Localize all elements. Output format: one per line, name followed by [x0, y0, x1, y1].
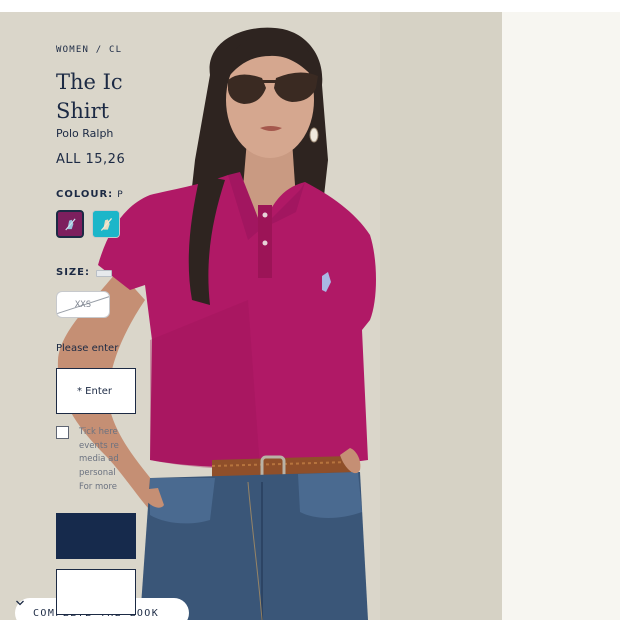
- consent-text: Tick here events re media ad personal Fo…: [79, 426, 119, 495]
- colour-label-text: COLOUR:: [56, 189, 114, 200]
- product-title-line-2: Shirt: [56, 99, 110, 123]
- consent-line: media ad: [79, 454, 119, 465]
- product-title: The Ic Shirt: [56, 68, 123, 126]
- size-label: SIZE:: [56, 267, 91, 278]
- email-field[interactable]: [56, 368, 136, 414]
- chevron-down-icon: [16, 600, 24, 606]
- colour-label: COLOUR: P: [56, 189, 124, 200]
- consent-checkbox[interactable]: [56, 426, 69, 439]
- consent-line: events re: [79, 440, 119, 451]
- email-prompt: Please enter: [56, 343, 119, 354]
- secondary-button[interactable]: [56, 569, 136, 615]
- product-page: COMPLETE THE LOOK WOMEN / CL The Ic Shir…: [0, 0, 620, 620]
- size-option-xxs[interactable]: XXS: [56, 291, 110, 318]
- product-info-panel: [503, 12, 620, 620]
- pony-logo-icon: [58, 212, 82, 236]
- consent-line: personal: [79, 468, 116, 479]
- top-strip: [0, 0, 620, 12]
- colour-swatch-pink[interactable]: [56, 210, 84, 238]
- size-guide-icon[interactable]: [96, 270, 112, 277]
- breadcrumb[interactable]: WOMEN / CL: [56, 45, 122, 55]
- consent-line: Tick here: [79, 427, 118, 437]
- product-price: ALL 15,26: [56, 152, 126, 167]
- colour-value: P: [117, 190, 124, 200]
- consent-line[interactable]: For more: [79, 481, 119, 495]
- size-option-label: XXS: [74, 299, 92, 310]
- colour-swatch-turquoise[interactable]: [92, 210, 120, 238]
- submit-button[interactable]: [56, 513, 136, 559]
- pony-logo-icon: [93, 211, 119, 237]
- brand-name[interactable]: Polo Ralph: [56, 127, 113, 140]
- product-title-line-1: The Ic: [56, 70, 123, 94]
